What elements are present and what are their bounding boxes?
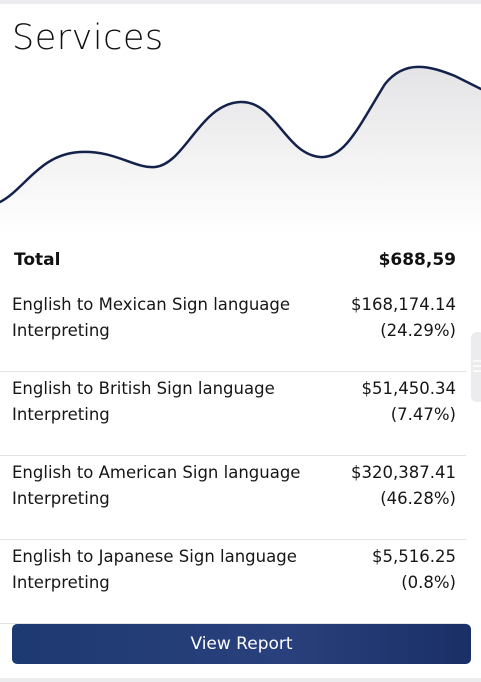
bottom-divider xyxy=(0,678,481,682)
service-name: English to British Sign language Interpr… xyxy=(12,379,275,424)
list-item: English to American Sign language Interp… xyxy=(0,456,466,540)
total-row: Total $688,59 xyxy=(0,242,466,278)
grip-line xyxy=(473,370,481,372)
service-name: English to Mexican Sign language Interpr… xyxy=(12,295,291,340)
grip-line xyxy=(473,360,481,362)
grip-line xyxy=(473,365,481,367)
service-amount-block: $168,174.14 (24.29%) xyxy=(351,292,456,344)
list-item: English to Mexican Sign language Interpr… xyxy=(0,288,466,372)
service-amount: $168,174.14 xyxy=(351,295,456,314)
list-item: English to British Sign language Interpr… xyxy=(0,372,466,456)
service-percent: (0.8%) xyxy=(401,573,456,592)
service-amount: $51,450.34 xyxy=(361,379,456,398)
service-percent: (46.28%) xyxy=(380,489,456,508)
service-amount: $320,387.41 xyxy=(351,463,456,482)
service-amount-block: $320,387.41 (46.28%) xyxy=(351,460,456,512)
page-title: Services xyxy=(12,18,164,58)
total-value: $688,59 xyxy=(378,250,456,270)
service-amount: $5,516.25 xyxy=(372,547,456,566)
service-percent: (24.29%) xyxy=(380,321,456,340)
view-report-button[interactable]: View Report xyxy=(12,624,471,664)
sparkline-area xyxy=(0,66,481,234)
service-amount-block: $5,516.25 (0.8%) xyxy=(372,544,456,596)
sparkline-chart xyxy=(0,65,481,234)
service-percent: (7.47%) xyxy=(390,405,456,424)
list-item: English to Japanese Sign language Interp… xyxy=(0,540,466,624)
total-label: Total xyxy=(14,250,61,270)
service-name: English to Japanese Sign language Interp… xyxy=(12,547,297,592)
service-amount-block: $51,450.34 (7.47%) xyxy=(362,376,456,428)
services-card: Services Total $688,59 English to Mexica… xyxy=(0,4,481,680)
service-name: English to American Sign language Interp… xyxy=(12,463,301,508)
scroll-handle[interactable] xyxy=(471,332,481,402)
